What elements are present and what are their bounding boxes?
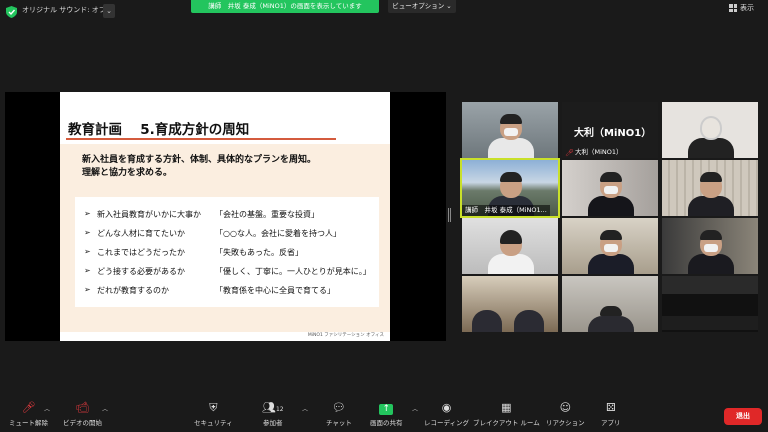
reactions-label: リアクション (546, 419, 585, 427)
apps-icon: ⚄ (605, 401, 616, 414)
bullet-question: だれが教育するのか (97, 286, 169, 295)
participant-video-tile[interactable] (562, 218, 658, 274)
panel-resize-handle[interactable] (448, 208, 451, 222)
leave-meeting-button[interactable]: 退出 (724, 408, 762, 425)
bullet-arrow-icon: ➢ (84, 266, 91, 275)
bullet-answer: 「優しく、丁寧に。一人ひとりが見本に。」 (215, 267, 371, 276)
breakout-rooms-button[interactable]: ▦ ブレイクアウト ルーム (473, 401, 540, 428)
chat-label: チャット (326, 419, 352, 427)
apps-button[interactable]: ⚄ アプリ (601, 401, 621, 428)
view-toggle-button[interactable]: 表示 (729, 3, 754, 13)
mic-muted-icon: 🎤︎ (21, 401, 36, 414)
participants-icon: 👥︎12 (262, 401, 284, 414)
bullet-question: どんな人材に育てたいか (97, 229, 185, 238)
chat-icon: 💬︎ (331, 401, 346, 414)
participant-name: 大利（MiNO1） (575, 148, 623, 156)
shield-check-icon[interactable] (6, 6, 17, 18)
chevron-up-icon[interactable]: ︿ (44, 404, 50, 413)
active-speaker-tile[interactable]: 講師 井坂 泰成（MiNO1... (460, 158, 560, 218)
participants-button[interactable]: 👥︎12 参加者 (262, 401, 284, 428)
bullet-question: これまではどうだったか (97, 248, 185, 257)
participant-video-tile[interactable] (562, 276, 658, 332)
record-label: レコーディング (424, 419, 470, 427)
screen-share-banner: 講師 井坂 泰成（MiNO1）の画面を表示しています (191, 0, 379, 13)
original-sound-dropdown[interactable]: ⌄ (103, 4, 115, 18)
share-screen-button[interactable]: ↑ 画面の共有 (370, 402, 403, 427)
participants-label: 参加者 (263, 419, 283, 427)
participant-name: 講師 井坂 泰成（MiNO1... (462, 205, 550, 216)
slide-title: 教育計画 5.育成方針の周知 (68, 122, 250, 138)
participant-name-tile[interactable]: 大利（MiNO1） 🎤︎ 大利（MiNO1） (562, 102, 658, 158)
reactions-button[interactable]: ☺ リアクション (546, 401, 585, 428)
record-button[interactable]: ◉ レコーディング (424, 401, 470, 428)
view-toggle-label: 表示 (740, 4, 754, 12)
unmute-button[interactable]: 🎤︎ ミュート解除 (9, 401, 48, 428)
bullet-question: 新入社員教育がいかに大事か (97, 210, 201, 219)
breakout-rooms-icon: ▦ (501, 401, 512, 414)
bullet-arrow-icon: ➢ (84, 209, 91, 218)
security-label: セキュリティ (194, 419, 233, 427)
participant-placeholder (662, 316, 758, 330)
view-options-button[interactable]: ビューオプション ⌄ (388, 0, 456, 13)
original-sound-label[interactable]: オリジナル サウンド: オフ (22, 5, 106, 15)
bullet-answer: 「会社の基盤。重要な投資」 (215, 210, 319, 219)
participant-placeholder (662, 276, 758, 294)
chat-button[interactable]: 💬︎ チャット (326, 401, 352, 428)
slide-lead-line: 理解と協力を求める。 (82, 168, 173, 178)
bullet-arrow-icon: ➢ (84, 228, 91, 237)
bullet-answer: 「失敗もあった。反省」 (215, 248, 303, 257)
presentation-slide: 教育計画 5.育成方針の周知 新入社員を育成する方針、体制、具体的なプランを周知… (60, 92, 390, 341)
slide-lead-line: 新入社員を育成する方針、体制、具体的なプランを周知。 (82, 155, 317, 165)
apps-label: アプリ (601, 419, 621, 427)
chevron-up-icon[interactable]: ︿ (302, 404, 308, 413)
participant-video-tile[interactable] (662, 102, 758, 158)
chevron-up-icon[interactable]: ︿ (102, 404, 108, 413)
slide-bullet-row: ➢ どんな人材に育てたいか 「○○な人。会社に愛着を持つ人」 (84, 228, 341, 242)
start-video-label: ビデオの開始 (63, 419, 102, 427)
unmute-label: ミュート解除 (9, 419, 48, 427)
record-icon: ◉ (441, 401, 452, 414)
slide-lead-text: 新入社員を育成する方針、体制、具体的なプランを周知。 理解と協力を求める。 (82, 154, 316, 180)
slide-bullet-row: ➢ だれが教育するのか 「教育係を中心に全員で育てる」 (84, 285, 335, 299)
slide-bullet-row: ➢ 新入社員教育がいかに大事か 「会社の基盤。重要な投資」 (84, 209, 319, 223)
slide-bullet-box: ➢ 新入社員教育がいかに大事か 「会社の基盤。重要な投資」 ➢ どんな人材に育て… (75, 197, 379, 307)
participant-video-tile[interactable] (462, 102, 558, 158)
breakout-rooms-label: ブレイクアウト ルーム (473, 419, 540, 427)
slide-bullet-row: ➢ これまではどうだったか 「失敗もあった。反省」 (84, 247, 303, 261)
bullet-answer: 「○○な人。会社に愛着を持つ人」 (215, 229, 341, 238)
slide-title-underline (66, 138, 336, 140)
top-bar: オリジナル サウンド: オフ ⌄ 講師 井坂 泰成（MiNO1）の画面を表示して… (0, 0, 768, 22)
participant-video-tile[interactable] (662, 218, 758, 274)
bullet-answer: 「教育係を中心に全員で育てる」 (215, 286, 335, 295)
bullet-question: どう接する必要があるか (97, 267, 185, 276)
participant-video-tile[interactable] (562, 160, 658, 216)
share-screen-icon: ↑ (370, 402, 403, 415)
chevron-up-icon[interactable]: ︿ (412, 404, 418, 413)
shield-icon: ⛨ (209, 401, 218, 414)
reaction-icon: ☺ (559, 401, 572, 414)
share-screen-label: 画面の共有 (370, 419, 403, 427)
participants-count: 12 (275, 406, 284, 413)
start-video-button[interactable]: 📹︎ ビデオの開始 (63, 401, 102, 428)
participant-video-tile[interactable] (462, 276, 558, 332)
participant-video-tile[interactable] (462, 218, 558, 274)
slide-footer-logo: MiNO1 ファシリテーション オフィス (307, 333, 384, 338)
slide-bullet-row: ➢ どう接する必要があるか 「優しく、丁寧に。一人ひとりが見本に。」 (84, 266, 371, 280)
participant-name-large: 大利（MiNO1） (574, 128, 652, 139)
bullet-arrow-icon: ➢ (84, 285, 91, 294)
participant-video-tile[interactable] (662, 160, 758, 216)
bullet-arrow-icon: ➢ (84, 247, 91, 256)
grid-icon (729, 4, 737, 12)
security-button[interactable]: ⛨ セキュリティ (194, 401, 233, 428)
video-off-icon: 📹︎ (75, 401, 90, 414)
